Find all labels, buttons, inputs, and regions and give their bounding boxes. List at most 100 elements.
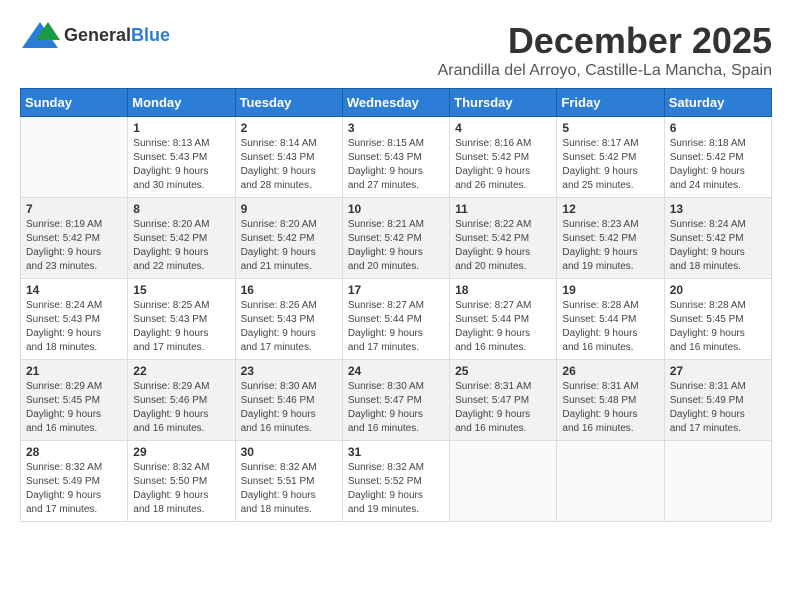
day-info: Sunrise: 8:26 AM Sunset: 5:43 PM Dayligh…	[241, 299, 337, 355]
day-info: Sunrise: 8:32 AM Sunset: 5:50 PM Dayligh…	[133, 461, 229, 517]
calendar-cell: 1Sunrise: 8:13 AM Sunset: 5:43 PM Daylig…	[128, 117, 235, 198]
calendar-header-sunday: Sunday	[21, 89, 128, 117]
day-number: 15	[133, 283, 229, 297]
day-info: Sunrise: 8:18 AM Sunset: 5:42 PM Dayligh…	[670, 137, 766, 193]
day-number: 6	[670, 121, 766, 135]
day-info: Sunrise: 8:31 AM Sunset: 5:48 PM Dayligh…	[562, 380, 658, 436]
day-info: Sunrise: 8:20 AM Sunset: 5:42 PM Dayligh…	[133, 218, 229, 274]
day-number: 10	[348, 202, 444, 216]
calendar-week-row: 14 Sunrise: 8:24 AM Sunset: 5:43 PM Dayli…	[21, 279, 772, 360]
calendar-cell: 24 Sunrise: 8:30 AM Sunset: 5:47 PM Dayli…	[342, 360, 449, 441]
day-number: 5	[562, 121, 658, 135]
calendar-cell: 15 Sunrise: 8:25 AM Sunset: 5:43 PM Dayli…	[128, 279, 235, 360]
calendar-cell: 21 Sunrise: 8:29 AM Sunset: 5:45 PM Dayli…	[21, 360, 128, 441]
calendar-header-row: SundayMondayTuesdayWednesdayThursdayFrid…	[21, 89, 772, 117]
day-number: 14	[26, 283, 122, 297]
logo-icon	[20, 20, 60, 50]
day-number: 1	[133, 121, 229, 135]
calendar-cell: 26 Sunrise: 8:31 AM Sunset: 5:48 PM Dayli…	[557, 360, 664, 441]
day-number: 21	[26, 364, 122, 378]
day-number: 3	[348, 121, 444, 135]
calendar-cell: 8 Sunrise: 8:20 AM Sunset: 5:42 PM Daylig…	[128, 198, 235, 279]
day-number: 18	[455, 283, 551, 297]
day-info: Sunrise: 8:27 AM Sunset: 5:44 PM Dayligh…	[348, 299, 444, 355]
month-title: December 2025	[438, 20, 772, 62]
day-number: 31	[348, 445, 444, 459]
day-number: 24	[348, 364, 444, 378]
day-number: 13	[670, 202, 766, 216]
day-info: Sunrise: 8:32 AM Sunset: 5:51 PM Dayligh…	[241, 461, 337, 517]
day-info: Sunrise: 8:16 AM Sunset: 5:42 PM Dayligh…	[455, 137, 551, 193]
day-info: Sunrise: 8:22 AM Sunset: 5:42 PM Dayligh…	[455, 218, 551, 274]
calendar-cell: 12 Sunrise: 8:23 AM Sunset: 5:42 PM Dayli…	[557, 198, 664, 279]
day-info: Sunrise: 8:28 AM Sunset: 5:44 PM Dayligh…	[562, 299, 658, 355]
calendar-cell: 2Sunrise: 8:14 AM Sunset: 5:43 PM Daylig…	[235, 117, 342, 198]
day-number: 8	[133, 202, 229, 216]
day-number: 29	[133, 445, 229, 459]
logo-general: General	[64, 25, 131, 45]
calendar-week-row: 21 Sunrise: 8:29 AM Sunset: 5:45 PM Dayli…	[21, 360, 772, 441]
day-number: 23	[241, 364, 337, 378]
day-info: Sunrise: 8:31 AM Sunset: 5:49 PM Dayligh…	[670, 380, 766, 436]
day-number: 4	[455, 121, 551, 135]
calendar-cell: 14 Sunrise: 8:24 AM Sunset: 5:43 PM Dayli…	[21, 279, 128, 360]
day-info: Sunrise: 8:23 AM Sunset: 5:42 PM Dayligh…	[562, 218, 658, 274]
day-number: 30	[241, 445, 337, 459]
day-number: 17	[348, 283, 444, 297]
day-info: Sunrise: 8:30 AM Sunset: 5:47 PM Dayligh…	[348, 380, 444, 436]
calendar-week-row: 28 Sunrise: 8:32 AM Sunset: 5:49 PM Dayli…	[21, 441, 772, 522]
day-info: Sunrise: 8:20 AM Sunset: 5:42 PM Dayligh…	[241, 218, 337, 274]
calendar-cell: 28 Sunrise: 8:32 AM Sunset: 5:49 PM Dayli…	[21, 441, 128, 522]
calendar-cell: 27 Sunrise: 8:31 AM Sunset: 5:49 PM Dayli…	[664, 360, 771, 441]
day-info: Sunrise: 8:27 AM Sunset: 5:44 PM Dayligh…	[455, 299, 551, 355]
day-number: 9	[241, 202, 337, 216]
calendar-cell	[450, 441, 557, 522]
day-info: Sunrise: 8:29 AM Sunset: 5:46 PM Dayligh…	[133, 380, 229, 436]
day-number: 25	[455, 364, 551, 378]
calendar-cell: 30 Sunrise: 8:32 AM Sunset: 5:51 PM Dayli…	[235, 441, 342, 522]
calendar-cell: 25 Sunrise: 8:31 AM Sunset: 5:47 PM Dayli…	[450, 360, 557, 441]
calendar-cell: 9 Sunrise: 8:20 AM Sunset: 5:42 PM Daylig…	[235, 198, 342, 279]
calendar-cell: 13 Sunrise: 8:24 AM Sunset: 5:42 PM Dayli…	[664, 198, 771, 279]
calendar-header-thursday: Thursday	[450, 89, 557, 117]
logo-blue: Blue	[131, 25, 170, 45]
day-info: Sunrise: 8:32 AM Sunset: 5:49 PM Dayligh…	[26, 461, 122, 517]
day-number: 26	[562, 364, 658, 378]
calendar-header-friday: Friday	[557, 89, 664, 117]
day-number: 7	[26, 202, 122, 216]
day-info: Sunrise: 8:32 AM Sunset: 5:52 PM Dayligh…	[348, 461, 444, 517]
calendar-header-tuesday: Tuesday	[235, 89, 342, 117]
day-info: Sunrise: 8:21 AM Sunset: 5:42 PM Dayligh…	[348, 218, 444, 274]
page-header: GeneralBlue December 2025 Arandilla del …	[20, 20, 772, 80]
calendar-week-row: 1Sunrise: 8:13 AM Sunset: 5:43 PM Daylig…	[21, 117, 772, 198]
day-info: Sunrise: 8:19 AM Sunset: 5:42 PM Dayligh…	[26, 218, 122, 274]
calendar-cell: 5 Sunrise: 8:17 AM Sunset: 5:42 PM Daylig…	[557, 117, 664, 198]
day-number: 12	[562, 202, 658, 216]
calendar-cell: 23Sunrise: 8:30 AM Sunset: 5:46 PM Dayli…	[235, 360, 342, 441]
day-info: Sunrise: 8:14 AM Sunset: 5:43 PM Dayligh…	[241, 137, 337, 193]
day-info: Sunrise: 8:29 AM Sunset: 5:45 PM Dayligh…	[26, 380, 122, 436]
calendar-cell: 4 Sunrise: 8:16 AM Sunset: 5:42 PM Daylig…	[450, 117, 557, 198]
location-title: Arandilla del Arroyo, Castille-La Mancha…	[438, 62, 772, 80]
calendar-cell: 18 Sunrise: 8:27 AM Sunset: 5:44 PM Dayli…	[450, 279, 557, 360]
calendar-cell: 11Sunrise: 8:22 AM Sunset: 5:42 PM Dayli…	[450, 198, 557, 279]
calendar-cell: 31 Sunrise: 8:32 AM Sunset: 5:52 PM Dayli…	[342, 441, 449, 522]
day-info: Sunrise: 8:25 AM Sunset: 5:43 PM Dayligh…	[133, 299, 229, 355]
day-info: Sunrise: 8:31 AM Sunset: 5:47 PM Dayligh…	[455, 380, 551, 436]
day-number: 27	[670, 364, 766, 378]
day-info: Sunrise: 8:24 AM Sunset: 5:42 PM Dayligh…	[670, 218, 766, 274]
logo: GeneralBlue	[20, 20, 170, 50]
day-info: Sunrise: 8:17 AM Sunset: 5:42 PM Dayligh…	[562, 137, 658, 193]
calendar-header-wednesday: Wednesday	[342, 89, 449, 117]
day-number: 19	[562, 283, 658, 297]
calendar-cell: 19 Sunrise: 8:28 AM Sunset: 5:44 PM Dayli…	[557, 279, 664, 360]
calendar-cell: 17 Sunrise: 8:27 AM Sunset: 5:44 PM Dayli…	[342, 279, 449, 360]
calendar-cell: 20Sunrise: 8:28 AM Sunset: 5:45 PM Dayli…	[664, 279, 771, 360]
day-number: 20	[670, 283, 766, 297]
day-number: 22	[133, 364, 229, 378]
calendar-cell: 10 Sunrise: 8:21 AM Sunset: 5:42 PM Dayli…	[342, 198, 449, 279]
day-info: Sunrise: 8:24 AM Sunset: 5:43 PM Dayligh…	[26, 299, 122, 355]
calendar-cell: 29 Sunrise: 8:32 AM Sunset: 5:50 PM Dayli…	[128, 441, 235, 522]
calendar-header-saturday: Saturday	[664, 89, 771, 117]
day-number: 28	[26, 445, 122, 459]
